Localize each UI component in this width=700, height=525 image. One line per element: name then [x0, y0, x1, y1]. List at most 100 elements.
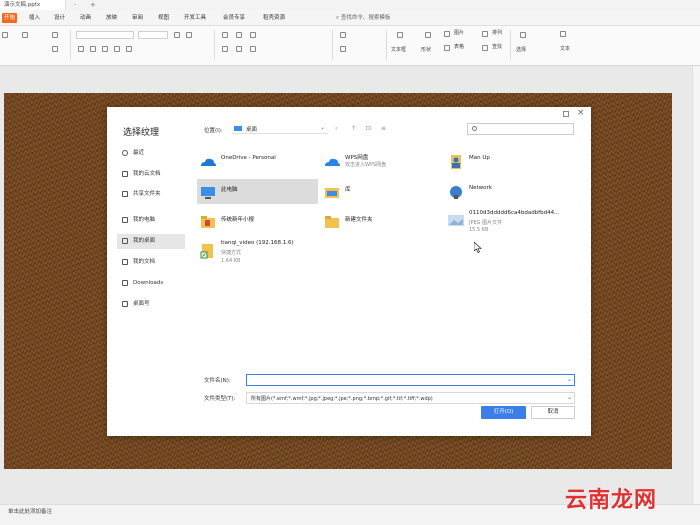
strikethrough-icon[interactable]	[114, 46, 120, 52]
file-item-jpeg[interactable]: 0110d3ddddd6ca4bdadbfbd44... JPEG 图片文件 1…	[445, 207, 565, 239]
table-icon[interactable]	[444, 45, 450, 51]
open-button[interactable]: 打开(O)	[481, 406, 526, 419]
italic-icon[interactable]	[90, 46, 96, 52]
mouse-cursor-icon	[474, 242, 482, 253]
indent-icon[interactable]	[250, 32, 256, 38]
reset-icon[interactable]	[52, 46, 58, 52]
filetype-value: 所有图片(*.emf;*.wmf;*.jpg;*.jpeg;*.jpe;*.pn…	[251, 396, 433, 402]
font-name-combo[interactable]	[76, 31, 134, 39]
arrange-icon[interactable]	[482, 31, 488, 37]
font-size-combo[interactable]	[138, 31, 168, 39]
file-item-newyear-folder[interactable]: 传统新年小报	[197, 209, 317, 235]
network-icon	[450, 186, 462, 199]
file-name: Network	[469, 185, 492, 191]
separator	[510, 30, 511, 60]
sidebar-item-desktop-number[interactable]: 桌面号	[117, 297, 185, 312]
sidebar-item-label: 共享文件夹	[133, 191, 161, 197]
tab-developer[interactable]: 开发工具	[182, 13, 208, 23]
sidebar-item-my-documents[interactable]: 我的文档	[117, 255, 185, 270]
file-item-onedrive[interactable]: OneDrive - Personal	[197, 149, 317, 175]
file-item-man-up[interactable]: Man Up	[445, 149, 565, 175]
shape-icon[interactable]	[425, 32, 431, 38]
bullet-list-icon[interactable]	[222, 32, 228, 38]
find-label[interactable]: 查找	[492, 44, 502, 51]
file-item-new-folder[interactable]: 新建文件夹	[321, 209, 441, 235]
select-label[interactable]: 选择	[516, 47, 526, 54]
new-slide-icon[interactable]	[2, 32, 8, 38]
desktop-folder-icon	[234, 126, 242, 131]
location-value: 桌面	[246, 127, 258, 133]
file-item-library[interactable]: 库	[321, 179, 441, 205]
tab-insert[interactable]: 插入	[27, 13, 42, 23]
textbox-icon[interactable]	[397, 32, 403, 38]
file-name: WPS网盘	[345, 155, 369, 161]
picture-label[interactable]: 图片	[454, 30, 464, 37]
file-item-tianqi-video[interactable]: tianqi_video (192.168.1.6) 快捷方式 1.64 KB	[197, 237, 317, 271]
task-pane[interactable]	[692, 66, 700, 504]
watermark-text: 云南龙网	[565, 488, 658, 513]
tab-design[interactable]: 设计	[52, 13, 67, 23]
file-name: 0110d3ddddd6ca4bdadbfbd44...	[469, 210, 560, 216]
bold-icon[interactable]	[78, 46, 84, 52]
file-item-wps-cloud[interactable]: WPS网盘 双击进入WPS网盘	[321, 149, 441, 175]
sidebar-item-downloads[interactable]: Downloads	[117, 276, 185, 291]
text-direction-icon[interactable]	[340, 32, 346, 38]
text-tool-icon[interactable]	[560, 31, 566, 37]
maximize-icon[interactable]	[563, 111, 569, 117]
back-icon[interactable]: ‹	[335, 125, 337, 132]
text-tool-label[interactable]: 文本	[560, 46, 570, 53]
sidebar-item-label: Downloads	[133, 280, 164, 286]
file-item-network[interactable]: Network	[445, 179, 565, 205]
align-center-icon[interactable]	[236, 46, 242, 52]
new-tab-icon[interactable]: +	[90, 0, 96, 10]
new-folder-icon[interactable]: ⊡	[366, 125, 371, 132]
sidebar-item-shared[interactable]: 共享文件夹	[117, 187, 185, 202]
tab-slideshow[interactable]: 放映	[104, 13, 119, 23]
picture-icon[interactable]	[444, 31, 450, 37]
find-icon[interactable]	[482, 45, 488, 51]
document-tab[interactable]: 演示文稿.pptx	[0, 0, 66, 10]
notes-placeholder[interactable]: 单击此处添加备注	[8, 507, 52, 515]
format-painter-icon[interactable]	[52, 32, 58, 38]
sidebar-item-my-desktop[interactable]: 我的桌面	[117, 234, 185, 249]
filetype-select[interactable]: 所有图片(*.emf;*.wmf;*.jpg;*.jpeg;*.jpe;*.pn…	[246, 392, 575, 404]
numbered-list-icon[interactable]	[236, 32, 242, 38]
sidebar-item-recent[interactable]: 最近	[117, 146, 185, 161]
align-right-icon[interactable]	[250, 46, 256, 52]
underline-icon[interactable]	[102, 46, 108, 52]
chevron-down-icon[interactable]: ⌄	[567, 394, 572, 401]
textbox-label[interactable]: 文本框	[391, 47, 406, 54]
tab-home[interactable]: 开始	[2, 13, 18, 23]
filename-input[interactable]: ⌄	[246, 374, 575, 386]
align-left-icon[interactable]	[222, 46, 228, 52]
command-search[interactable]: ⌕ 查找命令、搜索模板	[336, 14, 390, 22]
table-label[interactable]: 表格	[454, 44, 464, 51]
close-icon[interactable]: ×	[577, 108, 585, 118]
chevron-down-icon: ⌄	[320, 124, 326, 131]
font-color-icon[interactable]	[126, 46, 132, 52]
tab-member[interactable]: 会员专享	[221, 13, 247, 23]
sidebar-item-my-computer[interactable]: 我的电脑	[117, 213, 185, 228]
location-dropdown[interactable]: 桌面 ⌄	[232, 123, 328, 134]
image-file-icon	[448, 215, 464, 226]
file-item-this-pc[interactable]: 此电脑	[197, 179, 318, 204]
shape-label[interactable]: 形状	[421, 47, 431, 54]
cancel-button[interactable]: 取消	[531, 406, 575, 419]
onedrive-icon	[201, 158, 216, 166]
view-mode-icon[interactable]: ≡	[381, 125, 386, 132]
smartart-icon[interactable]	[340, 46, 346, 52]
tab-view[interactable]: 视图	[156, 13, 171, 23]
sidebar-item-cloud-docs[interactable]: 我的云文档	[117, 167, 185, 182]
tab-animation[interactable]: 动画	[78, 13, 93, 23]
chevron-down-icon[interactable]: ⌄	[567, 376, 572, 383]
grow-font-icon[interactable]	[174, 32, 180, 38]
tab-docer[interactable]: 稻壳资源	[261, 13, 287, 23]
search-input[interactable]	[467, 123, 574, 135]
up-folder-icon[interactable]: ↑	[351, 125, 356, 132]
select-icon[interactable]	[520, 32, 526, 38]
shrink-font-icon[interactable]	[186, 32, 192, 38]
tab-review[interactable]: 审阅	[130, 13, 145, 23]
layout-icon[interactable]	[22, 32, 28, 38]
arrange-label[interactable]: 排列	[492, 30, 502, 37]
close-tab-icon[interactable]: ·	[74, 0, 76, 10]
